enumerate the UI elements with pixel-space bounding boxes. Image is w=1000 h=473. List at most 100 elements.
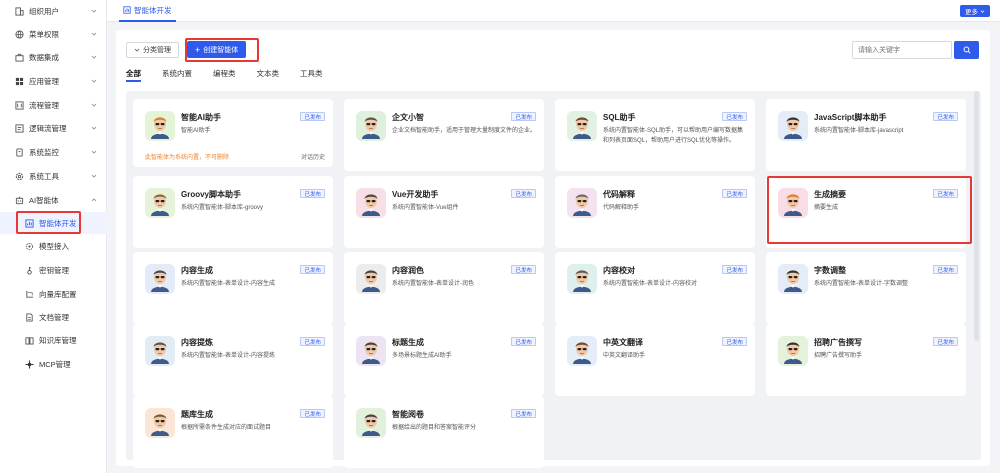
more-button[interactable]: 更多 bbox=[960, 5, 990, 17]
vector-icon bbox=[24, 289, 34, 299]
document-icon bbox=[24, 312, 34, 322]
chevron-down-icon bbox=[91, 32, 97, 36]
sidebar-item-vector-config[interactable]: 向量库配置 bbox=[0, 283, 107, 305]
category-management-button[interactable]: 分类管理 bbox=[126, 42, 179, 58]
mcp-icon bbox=[24, 359, 34, 369]
chevron-down-icon bbox=[91, 150, 97, 154]
agent-card[interactable]: Vue开发助手 系统内置智能体-Vue组件 已发布 bbox=[344, 176, 544, 248]
agent-avatar-icon bbox=[151, 414, 169, 436]
flow-icon bbox=[14, 100, 24, 110]
top-tab-bar: 智能体开发 更多 bbox=[107, 0, 1000, 22]
agent-card[interactable]: 内容润色 系统内置智能体-表单设计-润色 已发布 bbox=[344, 252, 544, 324]
sidebar-item-label: 流程管理 bbox=[29, 100, 59, 110]
agent-card[interactable]: 招聘广告撰写 招聘广告撰写助手 已发布 bbox=[766, 324, 966, 396]
book-icon bbox=[24, 335, 34, 345]
agent-card[interactable]: 代码解释 代码解释助手 已发布 bbox=[555, 176, 755, 248]
logic-icon bbox=[14, 123, 24, 133]
status-badge: 已发布 bbox=[722, 112, 747, 121]
agent-card[interactable]: 内容生成 系统内置智能体-表单设计-内容生成 已发布 bbox=[133, 252, 333, 324]
agent-card[interactable]: 中英文翻译 中英文翻译助手 已发布 bbox=[555, 324, 755, 396]
scrollbar[interactable] bbox=[974, 91, 979, 341]
sidebar-item-ai-agents[interactable]: AI智能体 bbox=[0, 189, 107, 211]
agent-card-title: Groovy脚本助手 bbox=[181, 190, 242, 199]
agent-avatar-icon bbox=[362, 342, 380, 364]
gear-icon bbox=[14, 171, 24, 181]
search-icon bbox=[963, 46, 971, 54]
agent-avatar-icon bbox=[784, 117, 802, 139]
tab-programming[interactable]: 编程类 bbox=[213, 68, 236, 82]
tab-agent-dev[interactable]: 智能体开发 bbox=[119, 0, 176, 22]
tab-system-builtin[interactable]: 系统内置 bbox=[162, 68, 192, 82]
agent-card[interactable]: SQL助手 系统内置智能体-SQL助手，可以帮助用户编写数据集和列表页面SQL，帮… bbox=[555, 99, 755, 171]
ai-icon bbox=[14, 195, 24, 205]
sidebar-item-label: 菜单权限 bbox=[29, 29, 59, 39]
status-badge: 已发布 bbox=[722, 189, 747, 198]
agent-card[interactable]: 企文小智 企业文档智能助手，适用于管理大量制度文件的企业。 已发布 bbox=[344, 99, 544, 171]
agent-card[interactable]: 字数调整 系统内置智能体-表单设计-字数调整 已发布 bbox=[766, 252, 966, 324]
model-icon bbox=[24, 241, 34, 251]
agent-avatar bbox=[778, 111, 808, 141]
sidebar-item-label: 系统监控 bbox=[29, 147, 59, 157]
agent-card[interactable]: Groovy脚本助手 系统内置智能体-脚本库-groovy 已发布 bbox=[133, 176, 333, 248]
status-badge: 已发布 bbox=[300, 265, 325, 274]
agent-card[interactable]: 内容提炼 系统内置智能体-表单设计-内容提炼 已发布 bbox=[133, 324, 333, 396]
chevron-down-icon bbox=[980, 9, 985, 13]
agent-avatar bbox=[145, 111, 175, 141]
agent-avatar bbox=[778, 336, 808, 366]
agent-avatar-icon bbox=[573, 342, 591, 364]
tab-all[interactable]: 全部 bbox=[126, 68, 141, 82]
sidebar-item-system-tools[interactable]: 系统工具 bbox=[0, 165, 107, 187]
agent-card[interactable]: 题库生成 根据所需条件生成对应的面试题目 已发布 bbox=[133, 396, 333, 468]
sidebar-item-knowledge-base[interactable]: 知识库管理 bbox=[0, 329, 107, 351]
grid-icon bbox=[14, 76, 24, 86]
sidebar-item-flow-management[interactable]: 流程管理 bbox=[0, 94, 107, 116]
status-badge: 已发布 bbox=[300, 337, 325, 346]
sidebar-item-data-integration[interactable]: 数据集成 bbox=[0, 46, 107, 68]
search-button[interactable] bbox=[954, 41, 979, 59]
agent-card[interactable]: 内容校对 系统内置智能体-表单设计-内容校对 已发布 bbox=[555, 252, 755, 324]
sidebar-item-logic-flow[interactable]: 逻辑流管理 bbox=[0, 117, 107, 139]
agent-card-title: 智能AI助手 bbox=[181, 113, 221, 122]
builtin-note: 此智能体为系统内置，不可删除 bbox=[145, 155, 230, 161]
agent-avatar-icon bbox=[362, 117, 380, 139]
highlight-box bbox=[767, 176, 972, 244]
agent-avatar-icon bbox=[784, 270, 802, 292]
agent-card-title: 招聘广告撰写 bbox=[814, 338, 862, 347]
sidebar-item-key-management[interactable]: 密钥管理 bbox=[0, 259, 107, 281]
agent-dev-icon bbox=[123, 6, 131, 14]
monitor-icon bbox=[14, 147, 24, 157]
sidebar-item-org-users[interactable]: 组织用户 bbox=[0, 0, 107, 22]
sidebar-item-model-access[interactable]: 模型接入 bbox=[0, 235, 107, 257]
agent-card[interactable]: JavaScript脚本助手 系统内置智能体-脚本库-javascript 已发布 bbox=[766, 99, 966, 171]
status-badge: 已发布 bbox=[933, 112, 958, 121]
sidebar-item-label: 向量库配置 bbox=[39, 289, 77, 299]
agent-card[interactable]: 智能阅卷 根据给出的题目和答案智能评分 已发布 bbox=[344, 396, 544, 468]
content-panel: 分类管理 + 创建智能体 全部 系统内置 编程类 文本类 工具类 智能AI助手智… bbox=[116, 30, 990, 468]
status-badge: 已发布 bbox=[511, 265, 536, 274]
agent-card-description: 系统内置智能体-表单设计-内容提炼 bbox=[181, 353, 275, 359]
sidebar-item-mcp-management[interactable]: MCP管理 bbox=[0, 353, 107, 375]
agent-card[interactable]: 智能AI助手 智能AI助手 已发布 此智能体为系统内置，不可删除 对话历史 bbox=[133, 99, 333, 167]
tab-tools[interactable]: 工具类 bbox=[300, 68, 323, 82]
app-root: 组织用户 菜单权限 数据集成 应用管理 流程管理 逻辑流管理 系统监控 系统工具… bbox=[0, 0, 1000, 473]
agent-card-title: 标题生成 bbox=[392, 338, 424, 347]
highlight-box bbox=[185, 38, 259, 62]
sidebar-item-system-monitor[interactable]: 系统监控 bbox=[0, 141, 107, 163]
tab-text[interactable]: 文本类 bbox=[257, 68, 280, 82]
agent-card[interactable]: 标题生成 多场景标题生成AI助手 已发布 bbox=[344, 324, 544, 396]
agent-avatar bbox=[356, 336, 386, 366]
agent-card-title: JavaScript脚本助手 bbox=[814, 113, 887, 122]
search-input[interactable] bbox=[852, 41, 952, 59]
chat-history-link[interactable]: 对话历史 bbox=[301, 152, 325, 161]
sidebar-item-document-management[interactable]: 文档管理 bbox=[0, 306, 107, 328]
sidebar-item-menu-permission[interactable]: 菜单权限 bbox=[0, 23, 107, 45]
chevron-down-icon bbox=[91, 174, 97, 178]
sidebar-item-app-management[interactable]: 应用管理 bbox=[0, 70, 107, 92]
agent-card-title: 内容校对 bbox=[603, 266, 635, 275]
agent-avatar bbox=[567, 264, 597, 294]
chevron-down-icon bbox=[91, 103, 97, 107]
chevron-down-icon bbox=[91, 55, 97, 59]
agent-card-title: Vue开发助手 bbox=[392, 190, 439, 199]
agent-card-description: 系统内置智能体-Vue组件 bbox=[392, 205, 459, 211]
agent-avatar bbox=[145, 188, 175, 218]
